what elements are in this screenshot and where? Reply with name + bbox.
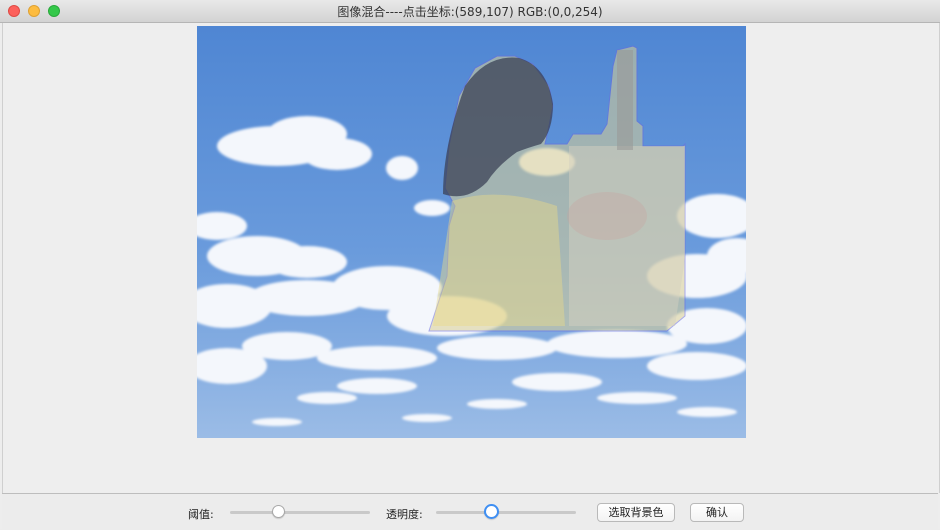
threshold-slider-track [230, 511, 370, 514]
threshold-slider[interactable] [230, 503, 370, 521]
select-background-color-button[interactable]: 选取背景色 [597, 503, 675, 522]
threshold-label: 阈值: [188, 508, 214, 521]
window-title: 图像混合----点击坐标:(589,107) RGB:(0,0,254) [337, 5, 603, 19]
threshold-slider-thumb[interactable] [272, 505, 285, 518]
content-area [2, 23, 940, 493]
confirm-button[interactable]: 确认 [690, 503, 744, 522]
app-window: 图像混合----点击坐标:(589,107) RGB:(0,0,254) 阈值:… [0, 0, 940, 530]
opacity-slider-thumb[interactable] [484, 504, 499, 519]
opacity-slider[interactable] [436, 503, 576, 521]
control-bar: 阈值: 透明度: 选取背景色 确认 [2, 493, 938, 530]
title-bar[interactable]: 图像混合----点击坐标:(589,107) RGB:(0,0,254) [0, 0, 940, 23]
opacity-label: 透明度: [386, 508, 423, 521]
opacity-slider-track [436, 511, 576, 514]
blended-image-canvas[interactable] [197, 26, 746, 438]
